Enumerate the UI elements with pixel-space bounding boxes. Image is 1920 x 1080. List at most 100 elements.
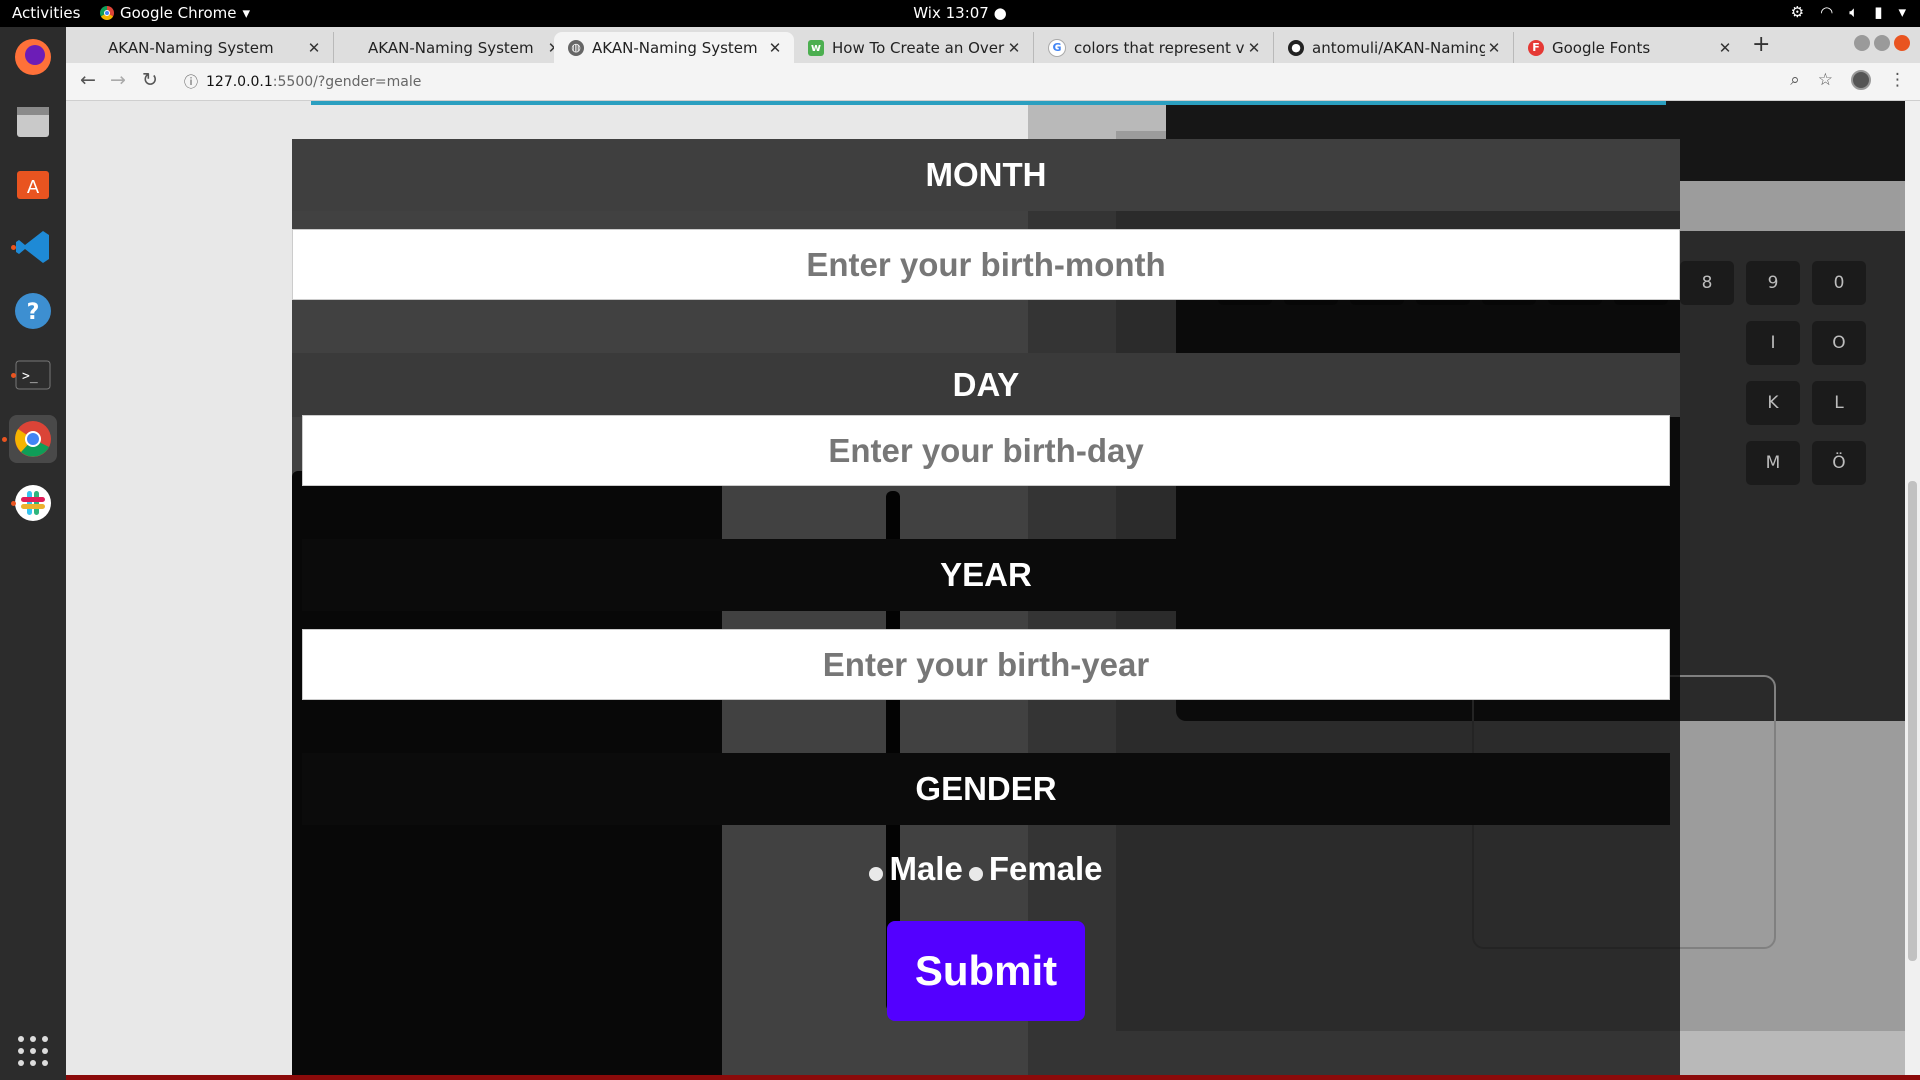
tab-title: How To Create an Overlay [832,38,1005,57]
female-radio-label[interactable]: Female [989,850,1103,888]
chrome-icon [15,421,51,457]
tab-close-icon[interactable]: ✕ [1485,39,1503,57]
back-arrow-icon[interactable]: ← [80,69,96,91]
tab-close-icon[interactable]: ✕ [1005,39,1023,57]
running-indicator [2,437,7,442]
bookmark-star-icon[interactable]: ☆ [1818,70,1833,90]
globe-icon: ◍ [568,39,584,56]
background-key: O [1812,321,1866,365]
page-viewport: 1 2 3 4 5 6 7 8 9 0 I O K L M Ö MONTH DA… [66,101,1905,1076]
tab-akan-1[interactable]: AKAN-Naming System ✕ [94,32,334,63]
zoom-icon[interactable]: ⌕ [1790,70,1800,90]
year-input[interactable] [302,629,1670,700]
background-key: M [1746,441,1800,485]
tab-title: antomuli/AKAN-Naming- [1312,38,1485,57]
terminal-icon: >_ [15,360,51,390]
app-grid-icon [18,1036,48,1066]
url-path: :5500/?gender=male [272,74,422,90]
new-tab-button[interactable]: + [1752,32,1770,57]
month-input[interactable] [292,229,1680,300]
gender-label: GENDER [302,753,1670,825]
page-scrollbar[interactable] [1905,101,1920,1076]
address-bar[interactable]: ⓘ 127.0.0.1:5500/?gender=male [184,72,421,92]
day-input[interactable] [302,415,1670,486]
chrome-icon [100,6,114,20]
minimize-icon[interactable] [1854,35,1870,51]
gender-radio-group: Male Female [292,844,1680,894]
files-launcher[interactable] [9,97,57,145]
github-icon: ● [1288,39,1304,56]
tab-title: AKAN-Naming System [368,38,534,57]
help-launcher[interactable]: ? [9,287,57,335]
tab-akan-2[interactable]: AKAN-Naming System ✕ [334,32,574,63]
power-menu-chevron-icon[interactable]: ▾ [1898,3,1906,21]
dock: A ? >_ [0,27,67,1080]
volume-icon: 🔈︎ [1849,3,1859,21]
forward-arrow-icon[interactable]: → [110,69,126,91]
female-radio[interactable] [968,867,983,881]
svg-text:?: ? [27,300,40,325]
tab-akan-active[interactable]: ◍ AKAN-Naming System ✕ [554,32,794,63]
background-key: 9 [1746,261,1800,305]
year-label: YEAR [302,539,1670,611]
activities-button[interactable]: Activities [12,4,80,22]
software-center-launcher[interactable]: A [9,159,57,207]
scrollbar-thumb[interactable] [1908,481,1917,961]
tab-overlay[interactable]: w How To Create an Overlay ✕ [794,32,1034,63]
url-host: 127.0.0.1 [206,74,273,90]
maximize-icon[interactable] [1874,35,1890,51]
running-indicator [11,245,16,250]
chrome-launcher[interactable] [2,415,57,463]
window-controls [1854,35,1910,51]
tab-close-icon[interactable]: ✕ [1716,39,1734,57]
google-icon: G [1048,38,1066,57]
background-key: 0 [1812,261,1866,305]
tab-github[interactable]: ● antomuli/AKAN-Naming- ✕ [1274,32,1514,63]
background-key: L [1812,381,1866,425]
male-radio[interactable] [869,867,884,881]
software-center-icon: A [17,171,49,199]
tab-colors[interactable]: G colors that represent vict ✕ [1034,32,1274,63]
chevron-down-icon: ▾ [242,4,251,22]
background-key: K [1746,381,1800,425]
vscode-launcher[interactable] [9,223,57,271]
info-icon[interactable]: ⓘ [184,72,198,92]
browser-toolbar: ← → ↻ ⓘ 127.0.0.1:5500/?gender=male ⌕ ☆ … [66,63,1920,101]
tab-close-icon[interactable]: ✕ [766,39,784,57]
running-indicator [11,373,16,378]
submit-button[interactable]: Submit [887,921,1085,1021]
w3schools-icon: w [808,39,824,56]
tab-google-fonts[interactable]: F Google Fonts ✕ [1514,32,1744,63]
system-tray[interactable]: ⚙ ◠ 🔈︎ ▮ ▾ [1791,3,1906,21]
slack-launcher[interactable] [9,479,57,527]
close-window-icon[interactable] [1894,35,1910,51]
tab-close-icon[interactable]: ✕ [1245,39,1263,57]
background-key: I [1746,321,1800,365]
firefox-launcher[interactable] [9,33,57,81]
slack-icon [15,485,51,521]
menu-kebab-icon[interactable]: ⋮ [1889,70,1906,90]
background-key: Ö [1812,441,1866,485]
google-fonts-icon: F [1528,39,1544,56]
wifi-icon: ◠ [1820,3,1834,21]
svg-text:A: A [27,177,40,198]
tab-title: AKAN-Naming System [592,38,758,57]
app-name: Google Chrome [120,4,237,22]
background-key: 8 [1680,261,1734,305]
vscode-icon [16,231,49,263]
show-applications-button[interactable] [9,1027,57,1075]
reload-icon[interactable]: ↻ [142,69,158,91]
male-radio-label[interactable]: Male [889,850,962,888]
toolbar-actions: ⌕ ☆ ⋮ [1790,70,1906,90]
battery-icon: ▮ [1874,3,1883,21]
tab-close-icon[interactable]: ✕ [305,39,323,57]
app-menu[interactable]: Google Chrome ▾ [100,4,250,22]
network-status-icon[interactable]: ⚙ [1791,3,1804,21]
clock[interactable]: Wix 13:07 ● [913,4,1006,22]
accent-line [311,101,1666,105]
help-icon: ? [15,293,51,329]
profile-avatar[interactable] [1851,70,1871,90]
terminal-launcher[interactable]: >_ [9,351,57,399]
running-indicator [11,501,16,506]
birth-date-form: MONTH DAY YEAR GENDER Male Female Submit [292,139,1680,1076]
